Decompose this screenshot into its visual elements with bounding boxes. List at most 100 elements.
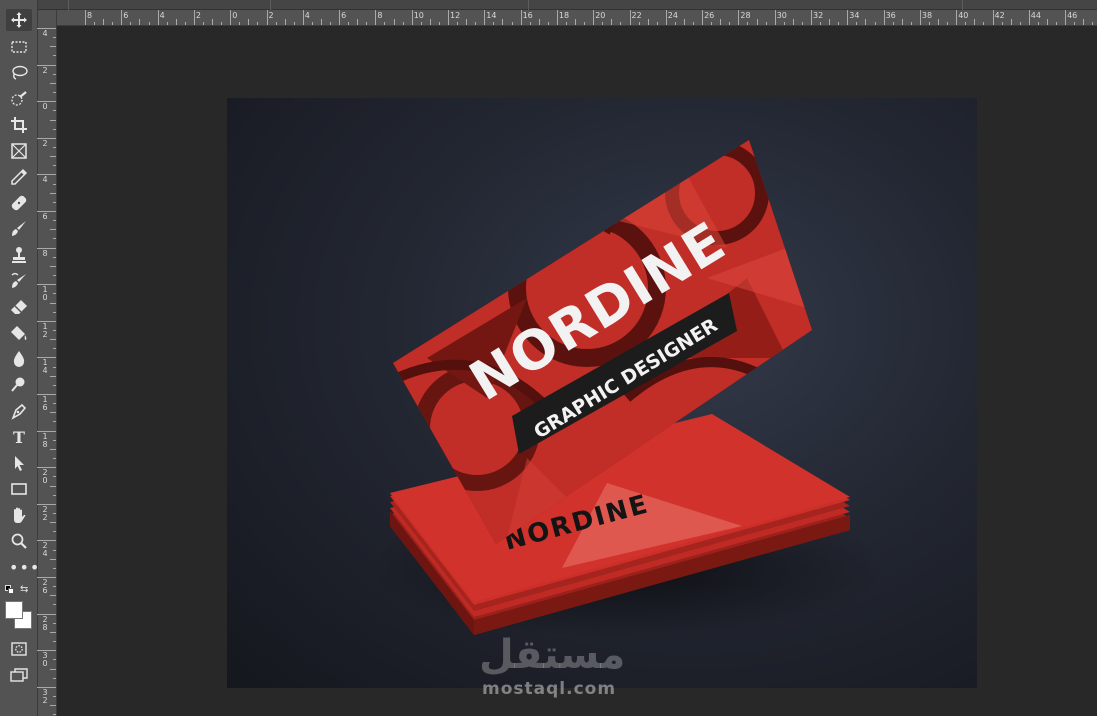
paint-bucket-icon [11,326,27,340]
eraser-tool[interactable] [6,296,32,318]
zoom-tool[interactable] [6,530,32,552]
ruler-tick [53,476,56,478]
ruler-tick [53,403,56,405]
history-brush-tool[interactable] [6,270,32,292]
clone-stamp-icon [12,247,26,263]
document-canvas[interactable]: NORDINE NORDINE GRAPHIC DESIGNER [227,98,977,688]
ruler-tick [1056,22,1058,25]
ruler-tick [674,22,676,25]
type-icon: T [13,427,25,447]
swap-colors-icon[interactable]: ⇆ [20,584,28,595]
paint-bucket-tool[interactable] [6,322,32,344]
frame-icon [11,143,27,159]
pen-tool[interactable] [6,400,32,422]
ruler-tick [53,37,56,39]
ruler-label: 3 2 [42,687,48,705]
ruler-tick [547,22,549,25]
ruler-label: 36 [885,11,896,20]
ruler-tick [112,22,114,25]
ruler-tick [747,22,749,25]
ruler-tick [901,19,903,25]
ruler-tick [53,695,56,697]
canvas-area[interactable]: NORDINE NORDINE GRAPHIC DESIGNER [58,27,1097,716]
ruler-label: 10 [413,11,424,20]
ruler-tick [53,311,56,313]
ruler-tick [484,10,486,25]
hand-tool[interactable] [6,504,32,526]
frame-tool[interactable] [6,140,32,162]
move-tool[interactable] [6,9,32,31]
vertical-ruler[interactable]: 4 2 0 2 4 6 8 1 0 1 2 1 4 1 6 1 8 2 0 2 2 2 4 2 6 2 8 3 0… [37,10,57,716]
foreground-color-swatch[interactable] [5,601,23,619]
ruler-label: 2 [268,11,274,20]
ruler-tick [50,485,56,487]
horizontal-ruler[interactable]: 8 6 4 2 0 2 4 6 8 10 12 14 16 18 20 22 24 26 28 30 32 34 36 38 4… [57,10,1097,26]
screen-mode-button[interactable] [6,664,32,686]
more-tools-icon[interactable]: ••• [9,560,40,576]
ruler-label: 42 [994,11,1005,20]
ruler-tick [50,595,56,597]
ruler-tick [529,22,531,25]
ruler-tick [411,10,413,25]
crop-tool[interactable] [6,114,32,136]
quick-selection-icon [11,91,27,106]
ruler-tick [53,458,56,460]
blur-tool[interactable] [6,348,32,370]
lasso-tool[interactable] [6,62,32,84]
ruler-label: 4 [159,11,165,20]
clone-stamp-tool[interactable] [6,244,32,266]
marquee-tool[interactable] [6,36,32,58]
ruler-tick [638,22,640,25]
dodge-tool[interactable] [6,374,32,396]
options-bar-edge [38,0,1097,10]
ruler-tick [683,19,685,25]
ruler-tick [448,10,449,25]
type-tool[interactable]: T [6,426,32,448]
ruler-tick [53,275,56,277]
ruler-label: 1 0 [42,285,48,303]
ruler-tick [375,10,377,25]
ruler-tick [620,22,622,25]
ruler-tick [53,677,56,679]
eyedropper-tool[interactable] [6,166,32,188]
path-selection-tool[interactable] [6,452,32,474]
ruler-tick [37,137,56,139]
ruler-tick [756,19,758,25]
move-icon [11,12,27,28]
ruler-tick [53,512,56,514]
ruler-tick [37,650,56,652]
healing-brush-tool[interactable] [6,192,32,214]
ruler-tick [1037,22,1039,25]
ruler-label: 6 [42,212,48,221]
ruler-tick [221,22,223,25]
ruler-tick [248,19,250,25]
lasso-icon [12,65,28,80]
ruler-tick [910,22,912,25]
ruler-tick [575,19,577,25]
brush-tool[interactable] [6,218,32,240]
ruler-label: 12 [450,11,461,20]
ruler-tick [520,10,522,25]
ruler-label: 1 2 [42,321,48,339]
ruler-label: 2 2 [42,504,48,522]
ruler-tick [702,10,704,25]
ruler-tick [37,503,56,505]
quick-mask-button[interactable] [6,638,32,660]
ruler-label: 38 [921,11,933,20]
ruler-tick [983,22,985,25]
quick-selection-tool[interactable] [6,88,32,110]
ruler-tick [284,19,286,25]
ruler-tick [53,714,56,716]
ruler-tick [37,613,56,615]
photoshop-window: T ••• ⇆ 8 6 4 2 0 2 4 6 8 10 12 14 16 18 20 22 24 26 28 30 3… [0,0,1097,716]
ruler-tick [992,10,994,25]
ruler-tick [37,64,56,66]
pen-icon [11,403,27,420]
ruler-tick [829,19,831,25]
ruler-tick [94,22,96,25]
hand-icon [14,507,26,523]
rectangle-tool[interactable] [6,478,32,500]
default-colors-icon[interactable] [5,585,15,595]
ruler-tick [85,10,86,25]
ruler-tick [1092,22,1094,25]
